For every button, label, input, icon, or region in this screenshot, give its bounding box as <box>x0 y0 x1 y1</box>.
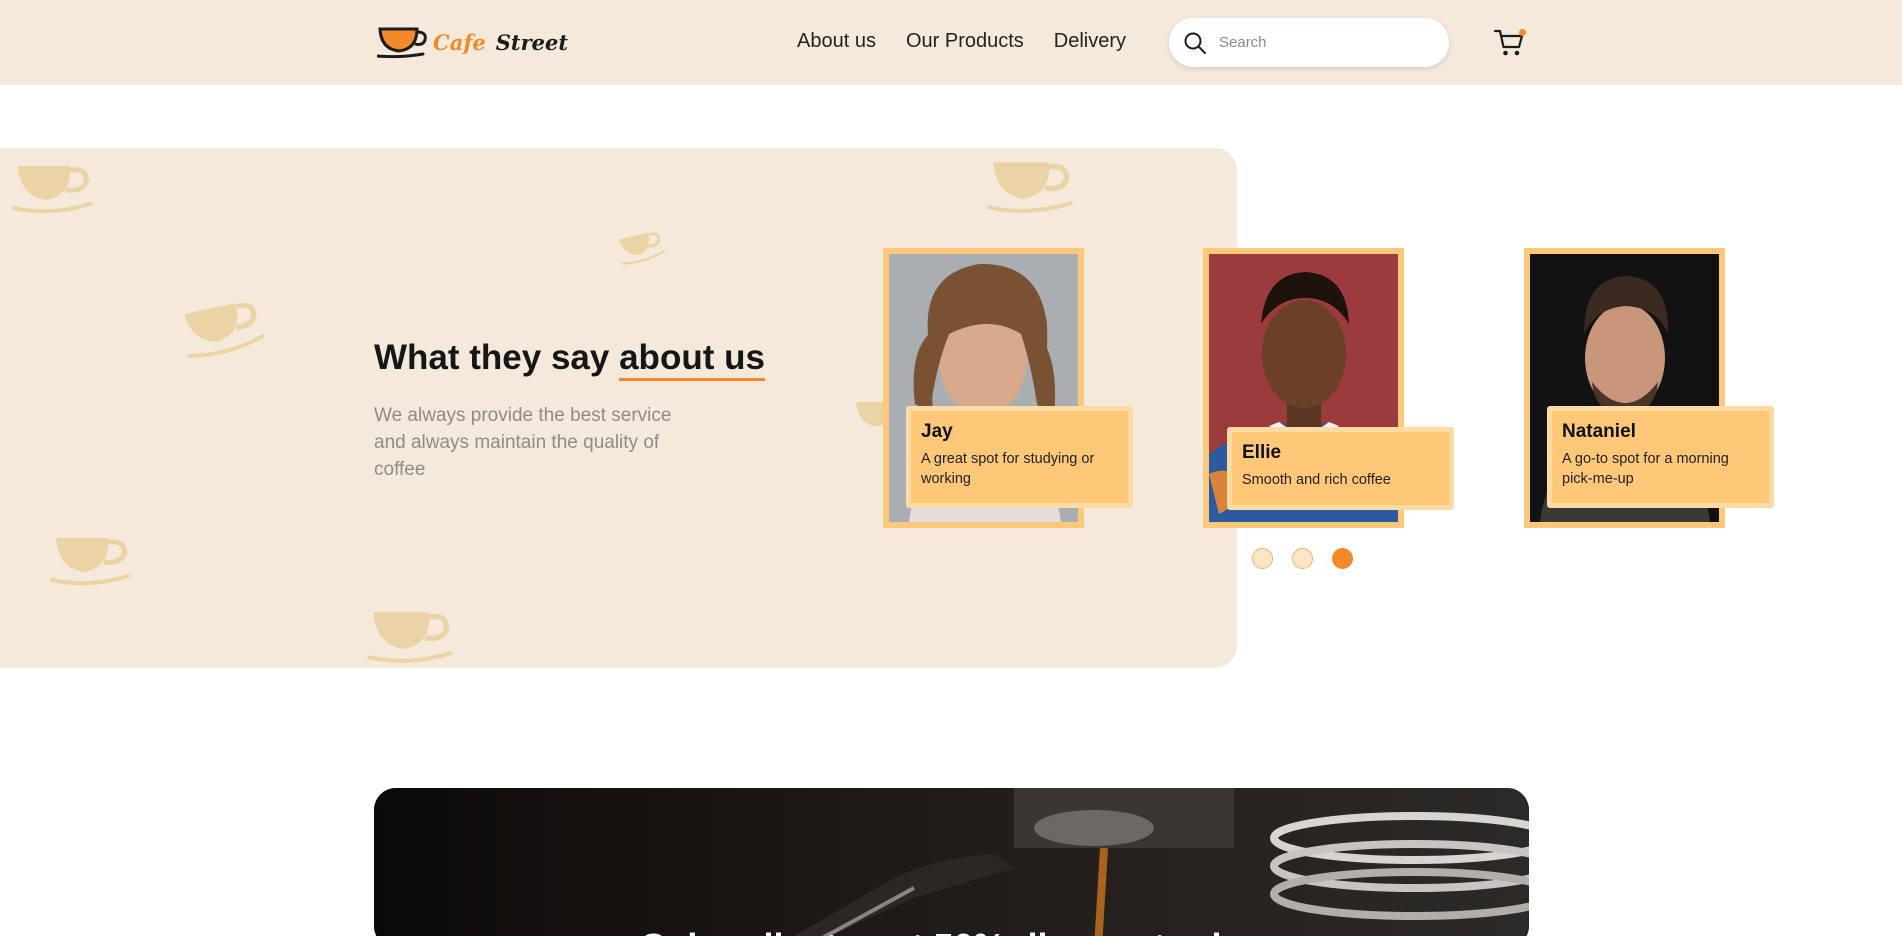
pagination-dot-2[interactable] <box>1292 548 1313 569</box>
testimonial-card-jay: Jay A great spot for studying or working <box>906 406 1133 508</box>
nav-our-products[interactable]: Our Products <box>906 30 1024 53</box>
testimonial-name: Nataniel <box>1562 421 1636 442</box>
testimonial-name: Ellie <box>1242 442 1282 463</box>
coffee-cup-logo-icon <box>377 27 427 59</box>
banner-title: Subscribe to get 50% discount price <box>374 926 1529 936</box>
nav-about-us[interactable]: About us <box>797 30 876 53</box>
heading-accent: about us <box>619 338 765 381</box>
nav-delivery[interactable]: Delivery <box>1054 30 1126 53</box>
testimonial-text: A go-to spot for a morning pick-me-up <box>1562 451 1729 487</box>
section-subtext: We always provide the best service and a… <box>374 405 672 480</box>
cup-watermark-icon <box>987 162 1073 213</box>
search-box[interactable] <box>1169 18 1449 67</box>
search-input[interactable] <box>1219 34 1419 51</box>
logo[interactable]: Cafe Street <box>377 24 568 60</box>
pagination-dot-1[interactable] <box>1252 548 1273 569</box>
cart-button[interactable] <box>1493 28 1526 58</box>
espresso-machine-image <box>374 788 1529 936</box>
logo-word-street: Street <box>495 29 569 55</box>
main-nav: About us Our Products Delivery <box>797 30 1126 53</box>
cup-watermark-icon <box>367 612 453 663</box>
cup-watermark-icon <box>184 302 265 358</box>
cart-notification-dot <box>1519 29 1526 36</box>
cup-watermark-icon <box>12 166 92 214</box>
site-header: Cafe Street About us Our Products Delive… <box>0 0 1902 85</box>
heading-prefix: What they say <box>374 338 610 377</box>
subscribe-banner: Subscribe to get 50% discount price <box>374 788 1529 936</box>
testimonial-text: A great spot for studying or working <box>921 451 1095 487</box>
pagination-dot-3[interactable] <box>1332 548 1353 569</box>
testimonial-card-ellie: Ellie Smooth and rich coffee <box>1227 427 1454 510</box>
search-icon <box>1184 32 1206 54</box>
testimonial-text: Smooth and rich coffee <box>1242 472 1391 488</box>
logo-word-cafe: Cafe <box>433 29 486 55</box>
cup-watermark-icon <box>50 538 130 586</box>
carousel-pagination <box>1252 548 1353 569</box>
cup-watermark-icon <box>618 232 666 265</box>
section-heading: What they say about us <box>374 338 765 381</box>
testimonial-name: Jay <box>921 421 953 442</box>
testimonial-card-nataniel: Nataniel A go-to spot for a morning pick… <box>1547 406 1774 508</box>
